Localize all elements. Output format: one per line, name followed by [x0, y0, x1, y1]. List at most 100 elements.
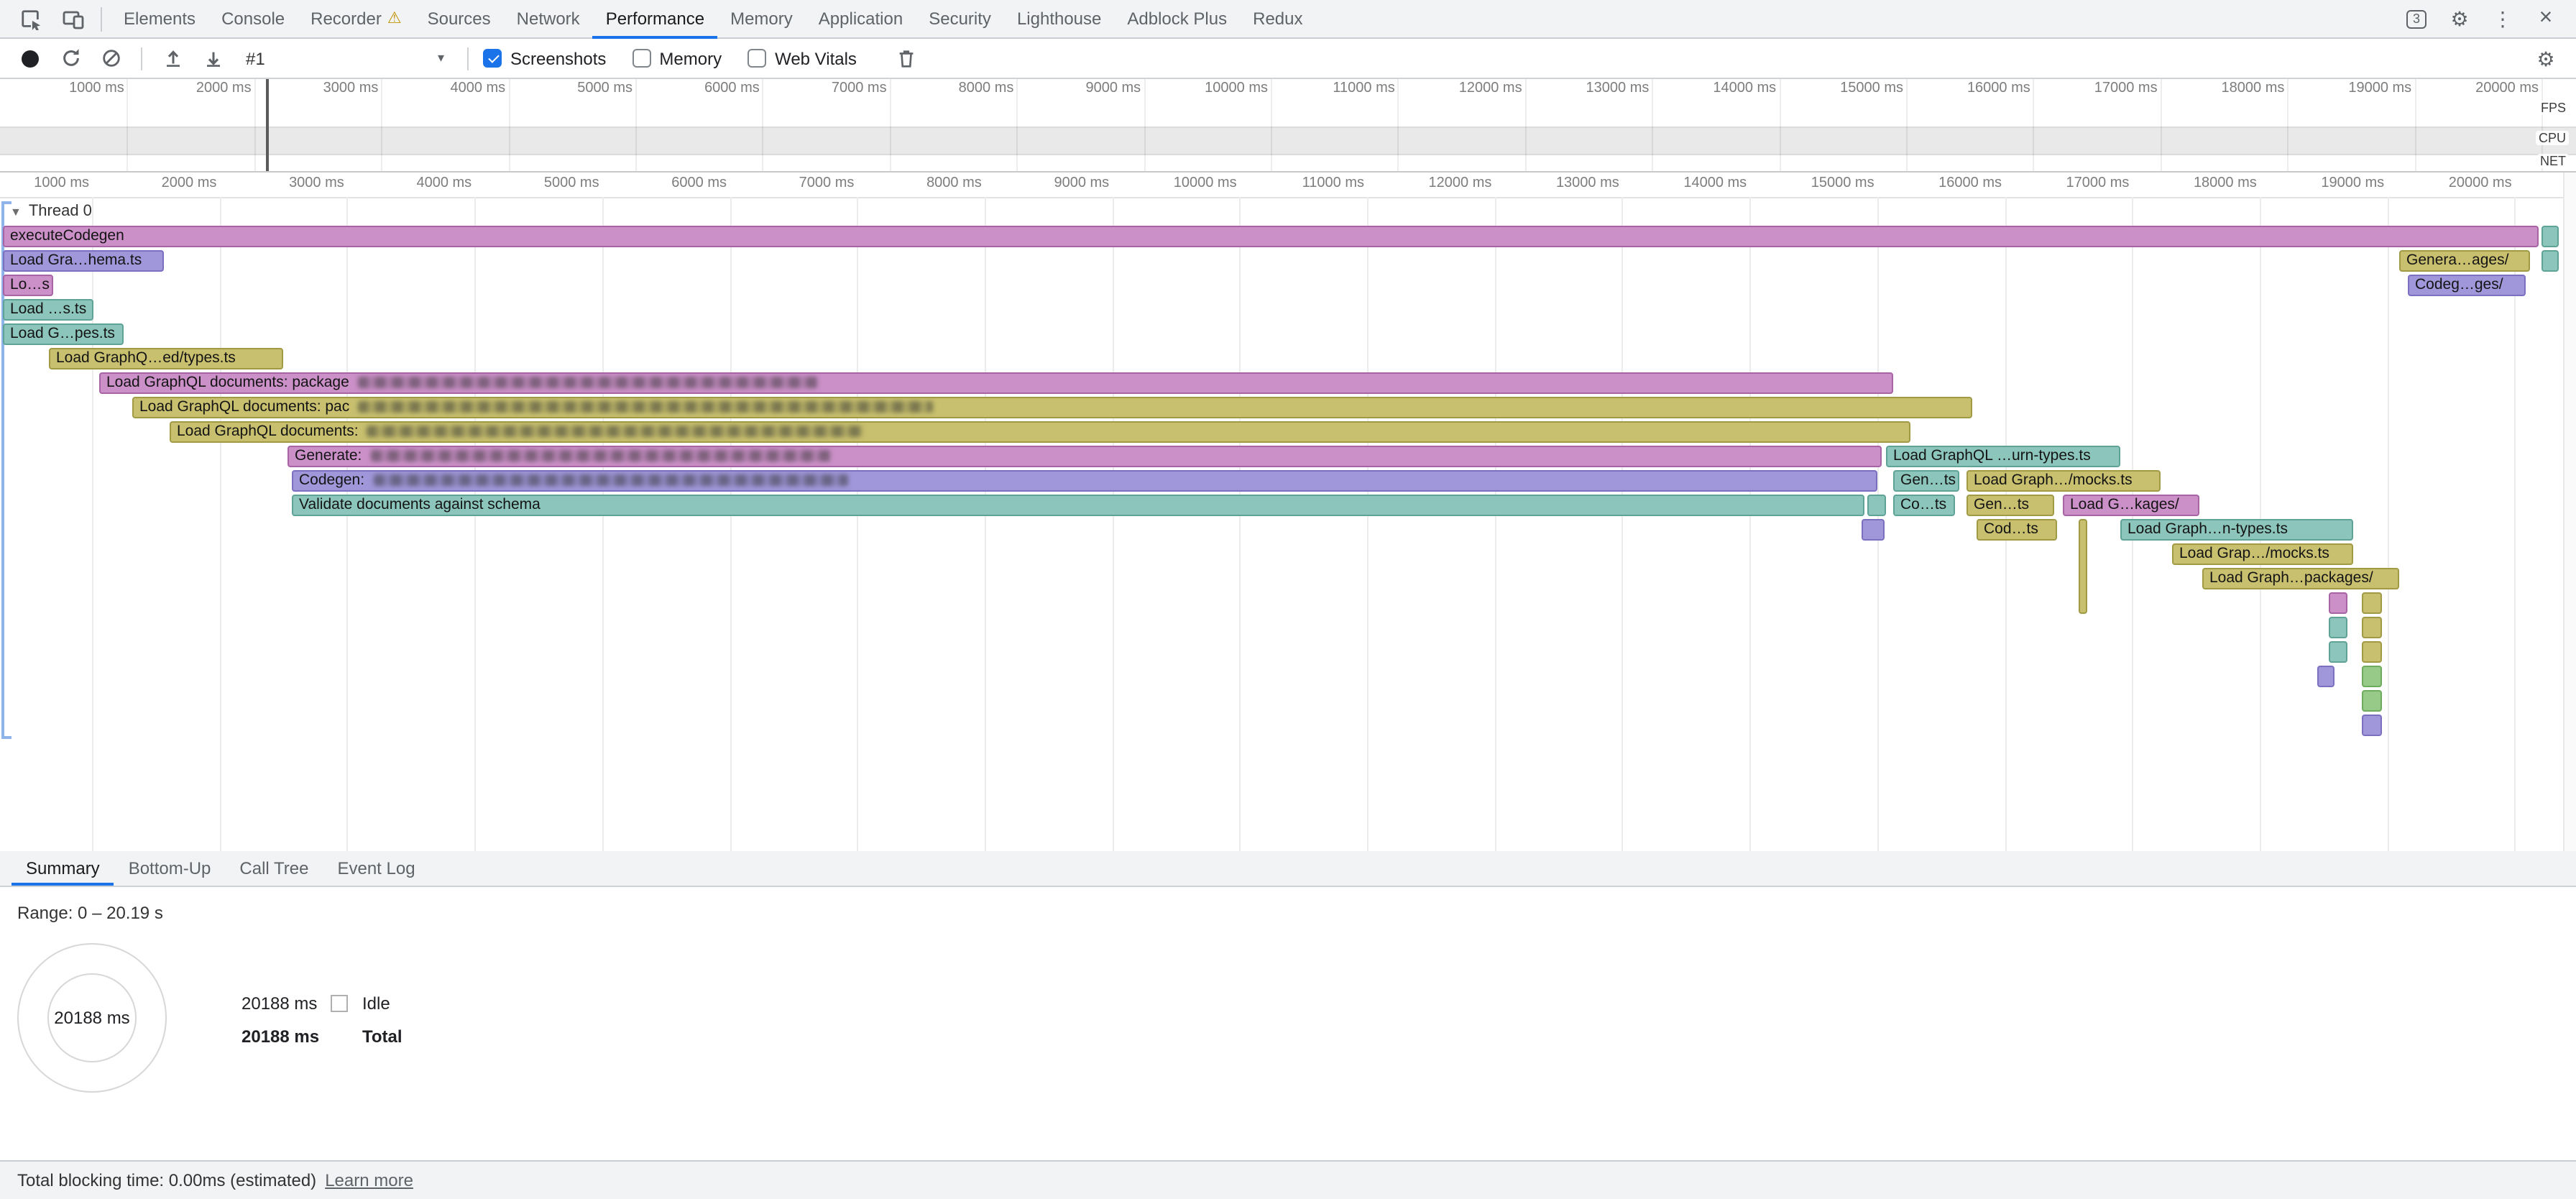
drawer-tabs: SummaryBottom-UpCall TreeEvent Log	[0, 851, 2576, 887]
flame-event[interactable]	[2362, 715, 2382, 736]
flame-event[interactable]: Load Graph…packages/	[2202, 568, 2399, 589]
grid-line	[1906, 79, 1908, 171]
flame-event[interactable]: Load GraphQL documents: package	[99, 372, 1893, 394]
tab-performance[interactable]: Performance	[593, 0, 717, 38]
flame-event-label: Load …s.ts	[10, 300, 86, 318]
thread-label: Thread 0	[29, 203, 92, 220]
drawer-tab-summary[interactable]: Summary	[12, 851, 114, 886]
flame-event[interactable]	[1862, 519, 1885, 541]
flame-event[interactable]: Gen…ts	[1893, 470, 1959, 492]
flame-event[interactable]	[2362, 641, 2382, 663]
timeline-tick-label: 4000 ms	[399, 81, 505, 96]
save-profile-button[interactable]	[197, 42, 229, 74]
thread-group-header[interactable]: ▼ Thread 0	[10, 203, 92, 220]
inspect-element-icon[interactable]	[14, 3, 46, 35]
flame-event[interactable]: Load G…kages/	[2063, 495, 2199, 516]
drawer-tab-event-log[interactable]: Event Log	[323, 851, 429, 886]
checkbox-memory[interactable]: Memory	[632, 48, 722, 68]
flame-event[interactable]: Cod…ts	[1977, 519, 2057, 541]
flame-event[interactable]: Load GraphQL documents:	[170, 421, 1910, 443]
tab-application[interactable]: Application	[806, 0, 916, 38]
tab-elements[interactable]: Elements	[111, 0, 208, 38]
grid-line	[2161, 79, 2162, 171]
flame-event[interactable]: Lo…s	[3, 275, 53, 296]
flame-event[interactable]	[2362, 617, 2382, 638]
clear-recording-button[interactable]	[95, 42, 126, 74]
flame-event-label: Codeg…ges/	[2415, 276, 2503, 293]
flame-event[interactable]: Co…ts	[1893, 495, 1955, 516]
flame-event[interactable]	[2329, 617, 2347, 638]
drawer-tab-call-tree[interactable]: Call Tree	[225, 851, 323, 886]
flame-event[interactable]: Validate documents against schema	[292, 495, 1864, 516]
fps-lane	[0, 98, 2576, 127]
flame-event[interactable]	[2362, 690, 2382, 712]
flame-event[interactable]: Generate:	[288, 446, 1882, 467]
flame-event[interactable]: Load GraphQL …urn-types.ts	[1886, 446, 2120, 467]
flame-event[interactable]: Load Graph…n-types.ts	[2120, 519, 2353, 541]
tab-recorder[interactable]: Recorder⚠	[298, 0, 414, 38]
flame-event[interactable]: Load Gra…hema.ts	[3, 250, 164, 272]
flame-event[interactable]: Load GraphQ…ed/types.ts	[49, 348, 283, 369]
grid-line	[1780, 79, 1781, 171]
checkbox-screenshots[interactable]: Screenshots	[483, 48, 606, 68]
history-label: #1	[246, 48, 265, 68]
timeline-tick-label: 9000 ms	[1034, 81, 1141, 96]
capture-settings-gear-icon[interactable]: ⚙	[2530, 42, 2562, 74]
flame-event[interactable]	[2542, 250, 2559, 272]
flame-event-label: Load Gra…hema.ts	[10, 252, 142, 269]
close-devtools-icon[interactable]: ×	[2530, 3, 2562, 35]
flame-event[interactable]	[2362, 666, 2382, 687]
flame-event[interactable]	[2329, 592, 2347, 614]
flame-event[interactable]: Genera…ages/	[2399, 250, 2530, 272]
checkbox-web-vitals[interactable]: Web Vitals	[748, 48, 857, 68]
history-dropdown[interactable]: #1 ▾	[237, 42, 453, 74]
tab-sources[interactable]: Sources	[415, 0, 504, 38]
tab-console[interactable]: Console	[208, 0, 298, 38]
flame-event[interactable]: Codegen:	[292, 470, 1877, 492]
settings-gear-icon[interactable]: ⚙	[2444, 3, 2475, 35]
timeline-tick-label: 8000 ms	[907, 81, 1013, 96]
tab-security[interactable]: Security	[916, 0, 1004, 38]
flame-event[interactable]: Load Grap…/mocks.ts	[2172, 543, 2353, 565]
flame-event-label: Load Grap…/mocks.ts	[2179, 545, 2329, 562]
flame-event[interactable]: Load GraphQL documents: pac	[132, 397, 1972, 418]
console-messages-badge[interactable]: 3	[2401, 3, 2432, 35]
tab-adblock-plus[interactable]: Adblock Plus	[1114, 0, 1240, 38]
flame-event-label: Gen…ts	[1900, 472, 1956, 489]
lane-label-fps: FPS	[2538, 101, 2569, 115]
grid-line	[1144, 79, 1146, 171]
load-profile-button[interactable]	[157, 42, 188, 74]
flame-event[interactable]: Load Graph…/mocks.ts	[1966, 470, 2161, 492]
flame-event[interactable]: Gen…ts	[1966, 495, 2054, 516]
flame-events: executeCodegen Load Gra…hema.ts Genera…age…	[0, 173, 2576, 851]
flame-event[interactable]	[1867, 495, 1886, 516]
toolbar-separator	[141, 47, 142, 70]
tab-redux[interactable]: Redux	[1240, 0, 1315, 38]
flame-event[interactable]	[2079, 519, 2087, 614]
flame-chart[interactable]: 1000 ms2000 ms3000 ms4000 ms5000 ms6000 …	[0, 173, 2576, 851]
flame-event[interactable]: executeCodegen	[3, 226, 2539, 247]
flame-event[interactable]	[2542, 226, 2559, 247]
flame-event[interactable]	[2317, 666, 2334, 687]
more-menu-icon[interactable]: ⋮	[2487, 3, 2518, 35]
learn-more-link[interactable]: Learn more	[325, 1170, 413, 1190]
flame-event[interactable]	[2362, 592, 2382, 614]
record-button[interactable]	[14, 42, 46, 74]
tab-memory[interactable]: Memory	[717, 0, 806, 38]
flame-event[interactable]: Load …s.ts	[3, 299, 93, 321]
flame-event[interactable]: Codeg…ges/	[2408, 275, 2526, 296]
tab-lighthouse[interactable]: Lighthouse	[1004, 0, 1114, 38]
delete-recording-button[interactable]	[891, 42, 923, 74]
flame-event[interactable]: Load G…pes.ts	[3, 323, 124, 345]
legend-label: Total	[362, 1026, 402, 1046]
timeline-overview[interactable]: 1000 ms2000 ms3000 ms4000 ms5000 ms6000 …	[0, 79, 2576, 173]
tab-network[interactable]: Network	[504, 0, 593, 38]
drawer-tab-bottom-up[interactable]: Bottom-Up	[114, 851, 226, 886]
flame-event[interactable]	[2329, 641, 2347, 663]
reload-and-record-button[interactable]	[55, 42, 86, 74]
flame-event-label: Load Graph…packages/	[2209, 569, 2373, 587]
timeline-tick-label: 20000 ms	[2432, 81, 2539, 96]
timeline-tick-label: 17000 ms	[2051, 81, 2158, 96]
flame-event-label: Load Graph…n-types.ts	[2128, 520, 2288, 538]
device-toolbar-icon[interactable]	[58, 3, 89, 35]
